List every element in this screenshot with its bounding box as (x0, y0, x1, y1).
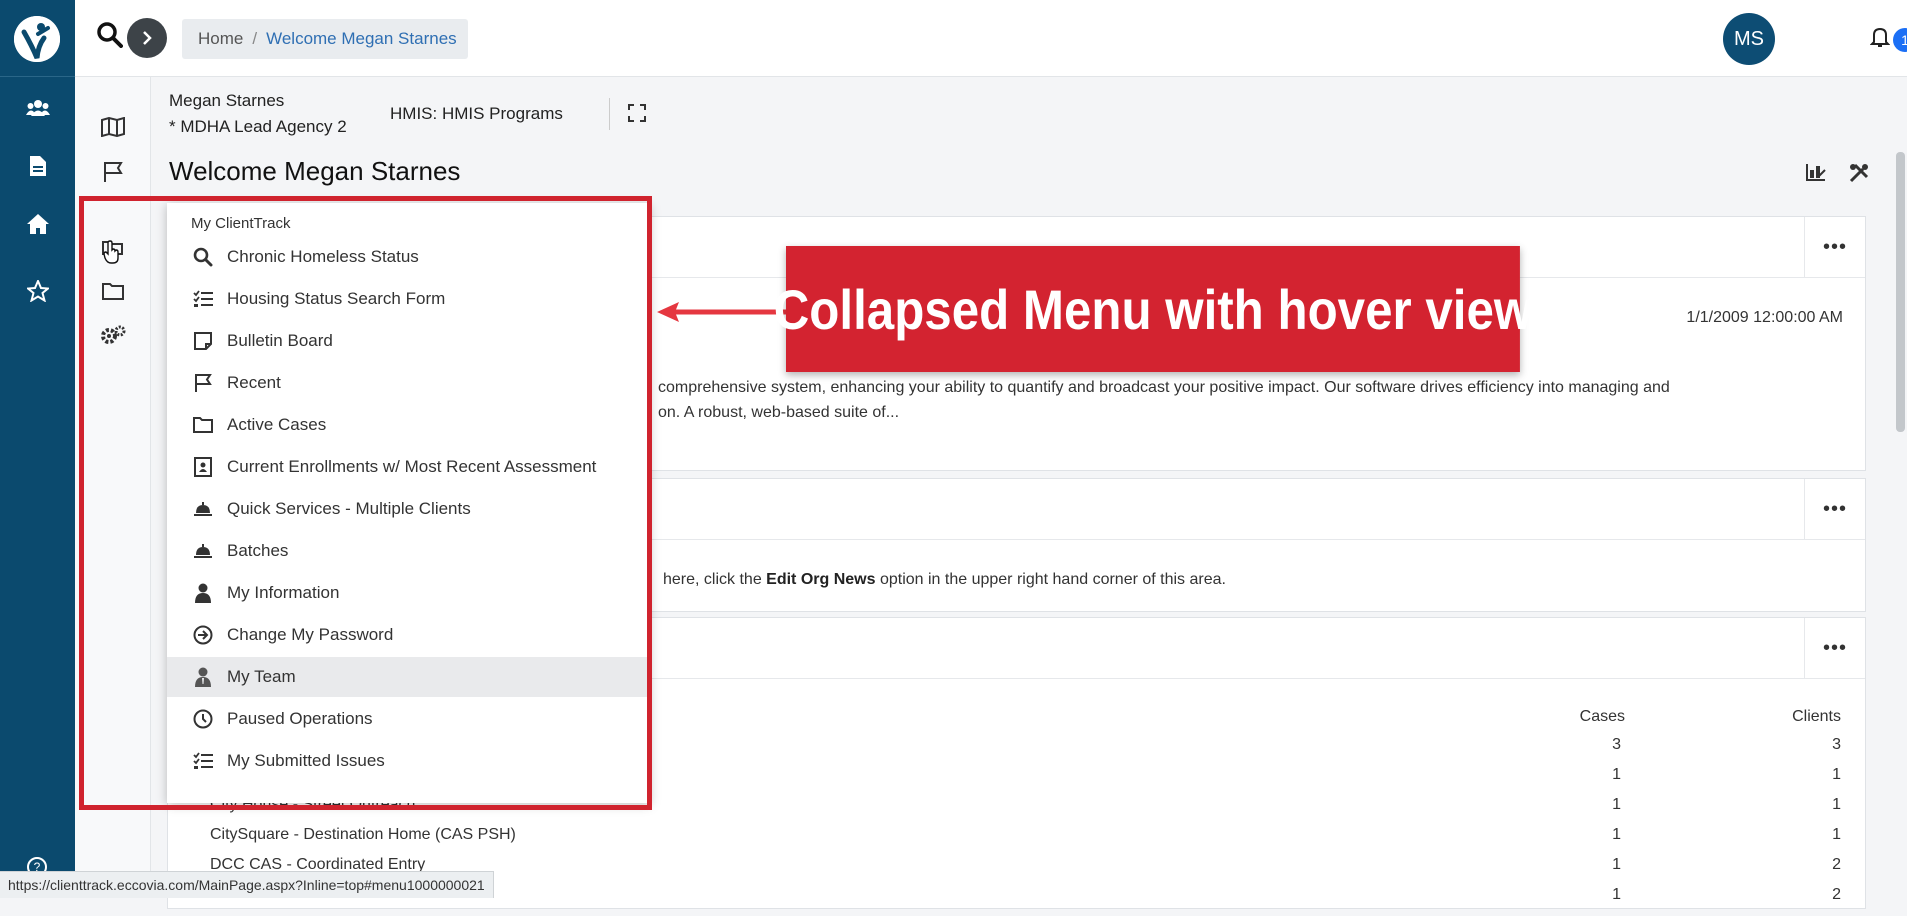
column-header-cases[interactable]: Cases (1580, 708, 1625, 726)
search-icon[interactable] (97, 22, 123, 53)
panel-date: 1/1/2009 12:00:00 AM (1686, 309, 1843, 326)
context-user-name: Megan Starnes (169, 91, 285, 110)
row-cases: 1 (1612, 886, 1621, 903)
context-program[interactable]: HMIS: HMIS Programs (390, 104, 563, 124)
map-icon[interactable] (99, 113, 127, 141)
breadcrumb: Home / Welcome Megan Starnes (182, 19, 468, 59)
row-cases: 1 (1612, 796, 1621, 813)
edit-org-news-label: Edit Org News (766, 571, 876, 588)
app-logo[interactable] (14, 16, 60, 62)
chevron-right-icon (143, 31, 152, 45)
bell-icon[interactable] (1869, 26, 1891, 53)
flag-icon[interactable] (99, 158, 127, 186)
page-title: Welcome Megan Starnes (169, 156, 461, 186)
fullscreen-icon[interactable] (628, 104, 646, 127)
breadcrumb-home[interactable]: Home (198, 29, 243, 49)
more-options-icon[interactable]: ••• (1804, 618, 1865, 678)
notification-badge[interactable]: 1 (1893, 28, 1907, 52)
row-cases: 1 (1612, 766, 1621, 783)
row-cases: 3 (1612, 736, 1621, 753)
row-clients: 1 (1832, 766, 1841, 783)
row-clients: 3 (1832, 736, 1841, 753)
star-icon[interactable] (24, 277, 52, 305)
expand-menu-button[interactable] (127, 18, 167, 58)
annotation-arrow (655, 300, 789, 329)
status-bar-url: https://clienttrack.eccovia.com/MainPage… (0, 871, 494, 898)
row-clients: 2 (1832, 886, 1841, 903)
row-clients: 1 (1832, 826, 1841, 843)
row-clients: 2 (1832, 856, 1841, 873)
org-news-text-part: option in the upper right hand corner of… (875, 571, 1226, 588)
more-options-icon[interactable]: ••• (1804, 217, 1865, 277)
row-cases: 1 (1612, 856, 1621, 873)
top-header: Home / Welcome Megan Starnes MS 1 (75, 0, 1907, 77)
column-header-clients[interactable]: Clients (1792, 708, 1841, 726)
tools-icon[interactable] (1848, 162, 1870, 189)
users-icon[interactable] (24, 94, 52, 122)
document-icon[interactable] (24, 152, 52, 180)
table-row[interactable]: CitySquare - Destination Home (CAS PSH) 1… (168, 826, 1865, 856)
home-icon[interactable] (24, 210, 52, 238)
avatar[interactable]: MS (1723, 13, 1775, 65)
breadcrumb-separator: / (252, 29, 258, 48)
row-clients: 1 (1832, 796, 1841, 813)
org-news-text: here, click the Edit Org News option in … (663, 571, 1226, 589)
context-divider (609, 98, 610, 130)
left-rail (0, 0, 75, 897)
more-options-icon[interactable]: ••• (1804, 479, 1865, 539)
annotation-callout: Collapsed Menu with hover view (774, 246, 1532, 372)
row-name[interactable]: CitySquare - Destination Home (CAS PSH) (210, 826, 516, 844)
annotation-highlight-box (79, 196, 652, 810)
rail-divider (0, 76, 75, 77)
row-cases: 1 (1612, 826, 1621, 843)
breadcrumb-current[interactable]: Welcome Megan Starnes (266, 29, 457, 49)
callout-text: Collapsed Menu with hover view (773, 277, 1533, 341)
org-news-text-part: here, click the (663, 571, 767, 588)
context-agency[interactable]: * MDHA Lead Agency 2 (169, 117, 347, 137)
customize-layout-icon[interactable] (1805, 162, 1827, 187)
page-scrollbar[interactable] (1896, 152, 1905, 432)
